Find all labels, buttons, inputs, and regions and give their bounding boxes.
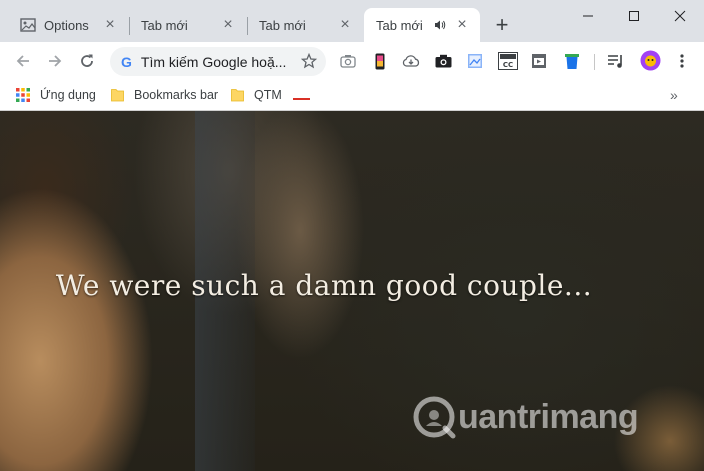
forward-button[interactable] [41,47,69,75]
bookmark-label: QTM [254,88,282,102]
chevron-double-right-icon[interactable]: » [670,87,678,103]
tab-new-1[interactable]: Tab mới × [129,8,246,42]
reload-button[interactable] [73,47,101,75]
omnibox-text: Tìm kiếm Google hoặ... [140,53,287,70]
cloud-download-icon[interactable] [402,52,420,70]
bookmarks-bar: Ứng dụng Bookmarks bar QTM » [0,80,704,111]
tab-title: Tab mới [259,17,306,33]
new-tab-button[interactable]: + [490,13,514,37]
minimize-icon [583,15,593,17]
maximize-icon [629,11,639,21]
video-player[interactable]: We were such a damn good couple... uantr… [0,111,704,471]
tab-title: Options [44,17,89,33]
subtitle-cc-icon[interactable]: CC [497,52,519,70]
maximize-button[interactable] [611,0,657,32]
close-window-button[interactable] [657,0,703,32]
back-button[interactable] [9,47,37,75]
close-icon[interactable]: × [337,17,353,33]
image-icon[interactable] [466,52,484,70]
arrow-right-icon [49,55,62,67]
svg-text:CC: CC [503,61,513,69]
folder-icon [111,89,124,102]
bookmark-bookmarks-bar[interactable]: Bookmarks bar [111,86,218,104]
phone-icon[interactable] [371,52,389,70]
tab-title: Tab mới [376,17,423,33]
video-subtitle: We were such a damn good couple... [0,269,704,302]
tab-strip: Options × Tab mới × Tab mới × Tab mới × … [0,0,704,42]
reload-icon [81,54,93,67]
tab-title: Tab mới [141,17,188,33]
quantrimang-logo-icon [413,396,456,439]
trash-icon[interactable] [563,52,581,70]
bookmark-label: Ứng dụng [40,88,96,102]
playlist-icon[interactable] [607,52,625,70]
address-bar[interactable]: G Tìm kiếm Google hoặ... [110,47,326,76]
image-icon [20,18,36,32]
video-icon[interactable] [530,52,548,70]
tab-active[interactable]: Tab mới × [364,8,480,42]
star-icon[interactable] [301,53,317,69]
arrow-left-icon [16,55,29,67]
apps-grid-icon [16,88,30,102]
close-icon[interactable]: × [220,17,236,33]
avatar[interactable] [640,50,661,71]
bookmark-red-marker[interactable] [293,98,310,100]
bookmark-apps[interactable]: Ứng dụng [16,86,96,104]
close-icon[interactable]: × [102,17,118,33]
minimize-button[interactable] [565,0,611,32]
toolbar-divider [594,54,595,70]
google-logo-icon: G [121,53,132,70]
subtitle-text: We were such a damn good couple... [55,269,593,302]
watermark-logo: uantrimang [412,395,639,439]
speaker-icon[interactable] [434,19,446,31]
folder-icon [231,89,244,102]
camera-solid-icon[interactable] [434,52,452,70]
bookmark-label: Bookmarks bar [134,88,219,102]
watermark-text: uantrimang [458,397,639,436]
close-icon [674,10,686,22]
close-icon[interactable]: × [454,17,470,33]
toolbar: G Tìm kiếm Google hoặ... CC [0,42,704,80]
tab-options[interactable]: Options × [8,8,128,42]
tab-new-2[interactable]: Tab mới × [247,8,363,42]
camera-icon[interactable] [339,52,357,70]
bookmark-qtm[interactable]: QTM [231,86,282,104]
menu-icon[interactable] [673,52,691,70]
